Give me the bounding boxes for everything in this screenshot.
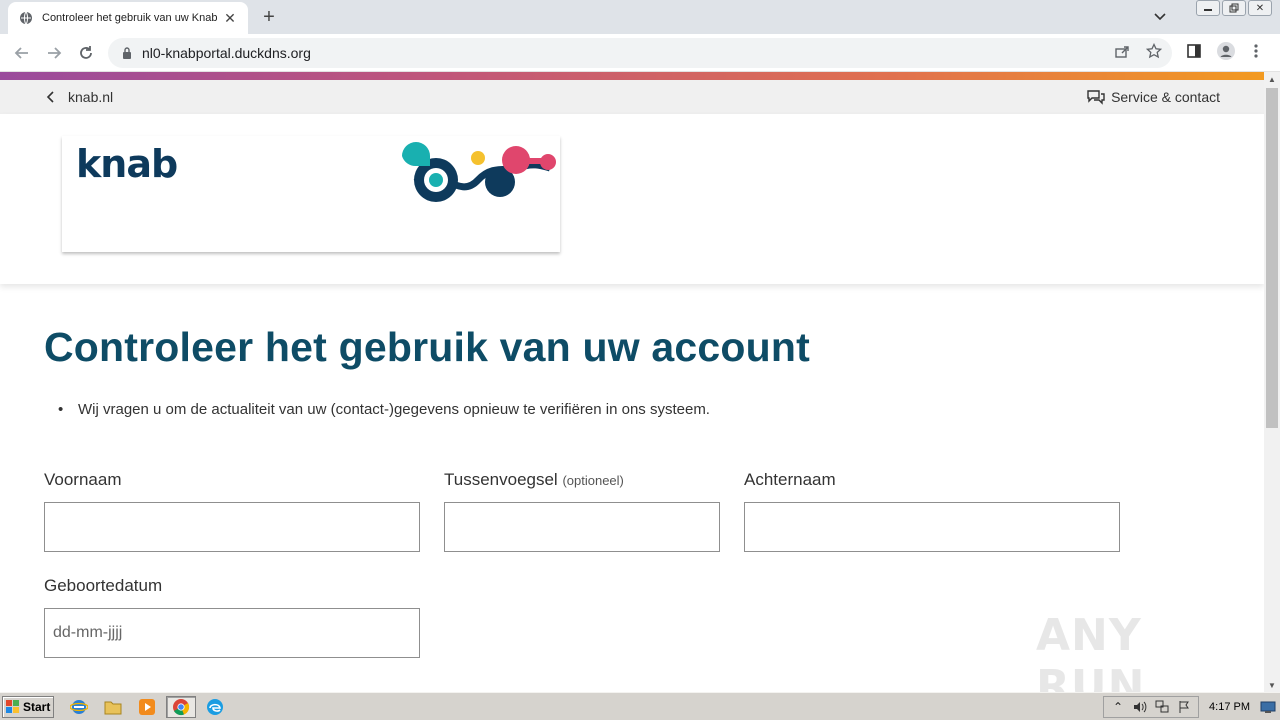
window-controls: ✕ [1196, 0, 1272, 16]
info-bullets: Wij vragen u om de actualiteit van uw (c… [44, 401, 1220, 418]
first-name-label: Voornaam [44, 470, 122, 489]
tray-icons: ⌃ [1103, 696, 1200, 718]
scroll-down-arrow-icon[interactable]: ▼ [1264, 678, 1280, 692]
lock-icon[interactable] [120, 46, 134, 60]
infix-label: Tussenvoegsel (optioneel) [444, 470, 624, 489]
reload-icon[interactable] [74, 41, 98, 65]
share-icon[interactable] [1112, 41, 1132, 61]
volume-icon[interactable] [1132, 699, 1148, 715]
media-player-icon[interactable] [136, 697, 158, 717]
infix-field-group: Tussenvoegsel (optioneel) [444, 470, 720, 552]
menu-kebab-icon[interactable] [1246, 41, 1266, 61]
side-panel-icon[interactable] [1184, 41, 1204, 61]
page-title: Controleer het gebruik van uw account [44, 324, 811, 370]
knab-logo: knab [76, 142, 178, 186]
birthdate-field-group: Geboortedatum [44, 576, 420, 658]
scroll-thumb[interactable] [1266, 88, 1278, 428]
back-to-knab-link[interactable]: knab.nl [46, 89, 113, 105]
first-name-field-group: Voornaam [44, 470, 420, 552]
brand-gradient-bar [0, 72, 1264, 80]
show-desktop-icon[interactable] [1260, 699, 1276, 715]
optional-hint: (optioneel) [562, 473, 624, 488]
start-button[interactable]: Start [2, 696, 54, 718]
bookmark-star-icon[interactable] [1144, 41, 1164, 61]
globe-icon [18, 10, 34, 26]
logo-card: knab [62, 136, 560, 252]
internet-explorer-icon[interactable] [68, 697, 90, 717]
web-page: knab.nl Service & contact knab Controlee… [0, 72, 1264, 692]
windows-flag-icon [6, 700, 19, 713]
anyrun-watermark: ANY RUN [1036, 610, 1146, 692]
chevron-left-icon [46, 91, 58, 103]
minimize-button[interactable] [1196, 0, 1220, 16]
first-name-input[interactable] [44, 502, 420, 552]
chrome-taskbar-icon[interactable] [166, 696, 196, 718]
url-text: nl0-knabportal.duckdns.org [142, 45, 311, 61]
profile-avatar-icon[interactable] [1216, 41, 1236, 61]
taskbar-clock: 4:17 PM [1209, 701, 1250, 713]
system-tray: ⌃ 4:17 PM [1103, 695, 1280, 719]
top-navigation: knab.nl Service & contact [0, 80, 1264, 114]
scroll-up-arrow-icon[interactable]: ▲ [1264, 72, 1280, 86]
chat-bubbles-icon [1087, 89, 1105, 105]
back-arrow-icon[interactable] [10, 41, 34, 65]
file-explorer-icon[interactable] [102, 697, 124, 717]
show-hidden-icons-icon[interactable]: ⌃ [1110, 699, 1126, 715]
windows-taskbar: Start ⌃ 4:17 PM [0, 692, 1280, 720]
last-name-label: Achternaam [744, 470, 836, 489]
service-contact-link[interactable]: Service & contact [1087, 89, 1220, 105]
brand-illustration [402, 142, 556, 202]
info-bullet: Wij vragen u om de actualiteit van uw (c… [58, 401, 1220, 418]
infix-input[interactable] [444, 502, 720, 552]
browser-tab-strip: Controleer het gebruik van uw Knab ✕ + ✕ [0, 0, 1280, 34]
back-link-label: knab.nl [68, 89, 114, 105]
tab-title: Controleer het gebruik van uw Knab [42, 12, 218, 24]
page-header: knab [0, 114, 1264, 284]
edge-icon[interactable] [204, 697, 226, 717]
action-center-flag-icon[interactable] [1176, 699, 1192, 715]
close-tab-icon[interactable]: ✕ [222, 10, 238, 26]
new-tab-button[interactable]: + [258, 6, 280, 28]
browser-toolbar: nl0-knabportal.duckdns.org [0, 34, 1280, 72]
start-label: Start [23, 700, 51, 714]
browser-tab[interactable]: Controleer het gebruik van uw Knab ✕ [8, 2, 248, 34]
tab-search-chevron-icon[interactable] [1150, 8, 1170, 26]
last-name-field-group: Achternaam [744, 470, 1120, 552]
close-window-button[interactable]: ✕ [1248, 0, 1272, 16]
birthdate-input[interactable] [44, 608, 420, 658]
forward-arrow-icon[interactable] [42, 41, 66, 65]
page-scrollbar[interactable]: ▲ ▼ [1264, 72, 1280, 692]
last-name-input[interactable] [744, 502, 1120, 552]
address-bar[interactable]: nl0-knabportal.duckdns.org [108, 38, 1172, 68]
restore-button[interactable] [1222, 0, 1246, 16]
birthdate-label: Geboortedatum [44, 576, 163, 595]
network-icon[interactable] [1154, 699, 1170, 715]
service-contact-label: Service & contact [1111, 89, 1220, 105]
